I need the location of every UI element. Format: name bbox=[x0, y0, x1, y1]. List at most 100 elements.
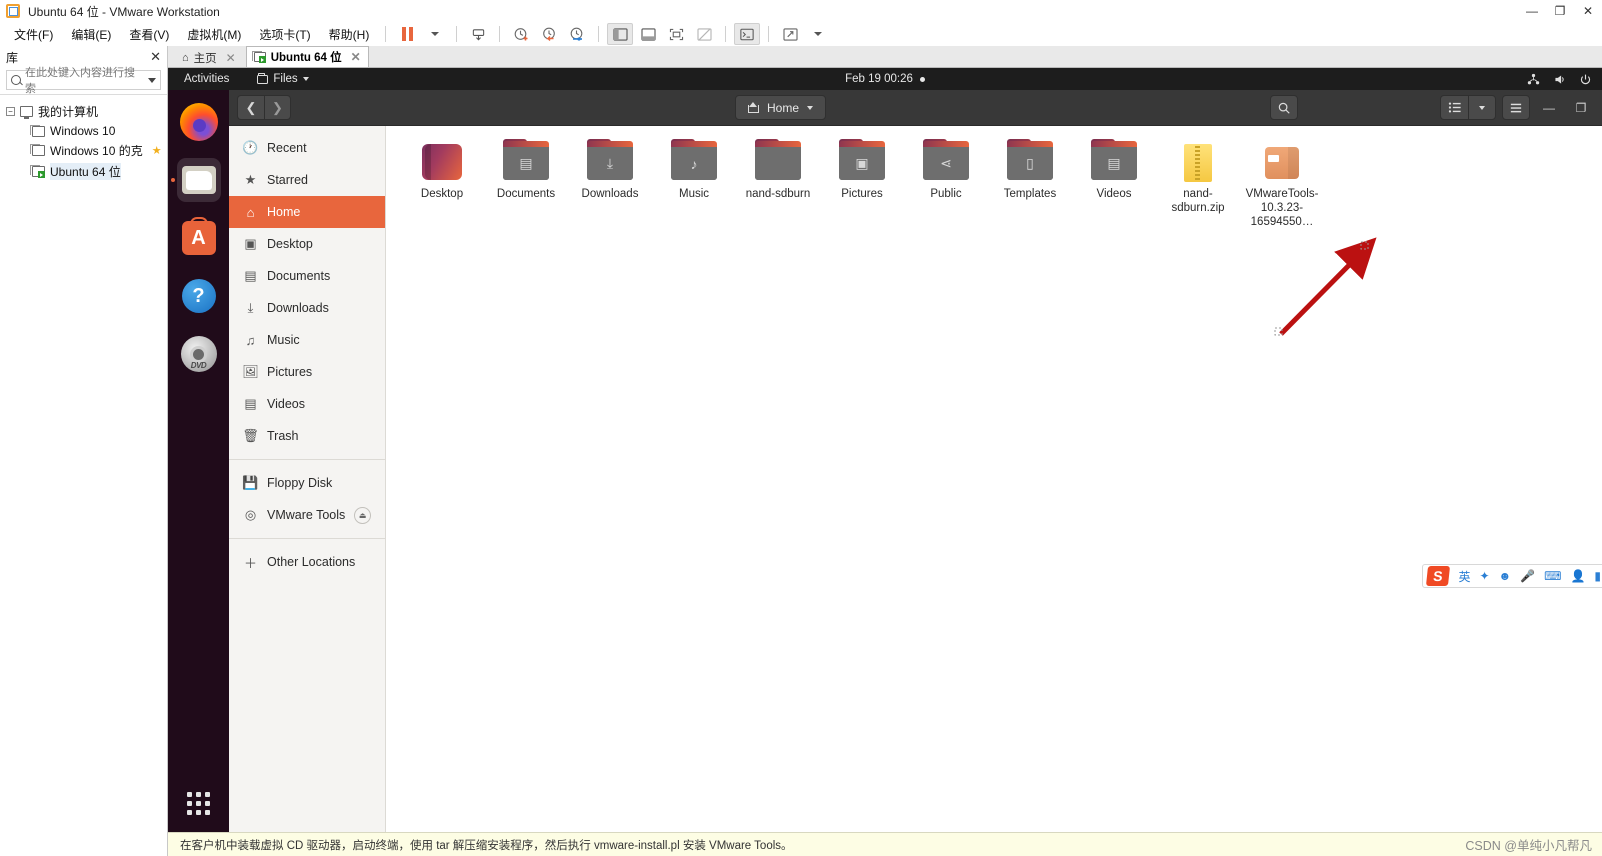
unity-mode-button[interactable] bbox=[691, 23, 717, 45]
file-item-nand-sdburn-zip[interactable]: nand-sdburn.zip bbox=[1156, 140, 1240, 233]
back-button[interactable]: ❮ bbox=[237, 95, 264, 120]
fullscreen-button[interactable] bbox=[663, 23, 689, 45]
activities-button[interactable]: Activities bbox=[178, 73, 235, 85]
ime-emoji-icon[interactable]: ☻ bbox=[1499, 569, 1512, 583]
window-maximize-button[interactable]: ❐ bbox=[1546, 0, 1574, 22]
menu-vm[interactable]: 虚拟机(M) bbox=[179, 23, 249, 46]
tree-node-windows-10-clone[interactable]: Windows 10 的克 ★ bbox=[0, 140, 167, 161]
show-applications-button[interactable] bbox=[186, 792, 211, 816]
tree-node-ubuntu-64[interactable]: Ubuntu 64 位 bbox=[0, 161, 167, 182]
ime-voice-icon[interactable]: 🎤 bbox=[1520, 569, 1535, 583]
stretch-button[interactable] bbox=[777, 23, 803, 45]
sogou-logo-icon: S bbox=[1426, 566, 1451, 586]
window-close-button[interactable]: ✕ bbox=[1574, 0, 1602, 22]
files-view[interactable]: Desktop ▤ Documents ⤓ Downloads ♪ Music … bbox=[386, 126, 1602, 832]
sidebar-item-starred[interactable]: ★ Starred bbox=[229, 164, 385, 196]
tab-ubuntu-64[interactable]: Ubuntu 64 位 ✕ bbox=[245, 46, 369, 67]
menu-file[interactable]: 文件(F) bbox=[6, 23, 61, 46]
file-item-desktop[interactable]: Desktop bbox=[400, 140, 484, 233]
sidebar-item-other-locations[interactable]: ＋ Other Locations bbox=[229, 546, 385, 578]
file-item-music[interactable]: ♪ Music bbox=[652, 139, 736, 233]
sidebar-divider bbox=[229, 459, 385, 460]
library-pane: 库 ✕ 在此处键入内容进行搜索 − 我的计算机 Windows 10 Windo… bbox=[0, 46, 168, 856]
snapshot-revert-button[interactable] bbox=[536, 23, 562, 45]
tab-close-icon[interactable]: ✕ bbox=[226, 51, 236, 65]
sidebar-item-videos[interactable]: ▤ Videos bbox=[229, 388, 385, 420]
sidebar-item-label: Downloads bbox=[267, 301, 329, 315]
sogou-ime-bar[interactable]: S 英 ✦ ☻ 🎤 ⌨ 👤 ▮ bbox=[1422, 564, 1602, 588]
tab-home[interactable]: ⌂ 主页 ✕ bbox=[174, 47, 244, 67]
expander-icon[interactable]: − bbox=[6, 107, 15, 116]
ime-account-icon[interactable]: 👤 bbox=[1570, 569, 1585, 583]
search-button[interactable] bbox=[1270, 95, 1298, 120]
chevron-down-icon-library[interactable] bbox=[148, 77, 156, 83]
sidebar-item-desktop[interactable]: ▣ Desktop bbox=[229, 228, 385, 260]
eject-icon[interactable]: ⏏ bbox=[354, 506, 371, 524]
file-item-vmware-tools-archive[interactable]: VMwareTools-10.3.23-16594550… bbox=[1240, 140, 1324, 233]
sidebar-item-recent[interactable]: 🕐 Recent bbox=[229, 132, 385, 164]
home-icon: ⌂ bbox=[182, 51, 189, 64]
tree-node-my-computer[interactable]: − 我的计算机 bbox=[0, 101, 167, 122]
gnome-status-menu[interactable] bbox=[1527, 73, 1592, 86]
chevron-down-icon-path[interactable] bbox=[807, 105, 813, 110]
show-thumbnail-bar-button[interactable] bbox=[635, 23, 661, 45]
power-options-button[interactable] bbox=[465, 23, 491, 45]
dock-item-files[interactable] bbox=[176, 158, 221, 202]
hamburger-menu-button[interactable] bbox=[1502, 95, 1530, 120]
sidebar-item-home[interactable]: ⌂ Home bbox=[229, 196, 385, 228]
sidebar-item-trash[interactable]: 🗑 Trash bbox=[229, 420, 385, 452]
file-item-pictures[interactable]: ▣ Pictures bbox=[820, 139, 904, 233]
console-button[interactable] bbox=[734, 23, 761, 45]
sidebar-item-documents[interactable]: ▤ Documents bbox=[229, 260, 385, 292]
dock-item-help[interactable]: ? bbox=[177, 274, 221, 318]
dock-item-dvd[interactable]: DVD bbox=[177, 332, 221, 376]
menu-help[interactable]: 帮助(H) bbox=[321, 23, 378, 46]
computer-icon bbox=[20, 106, 33, 119]
file-item-videos[interactable]: ▤ Videos bbox=[1072, 139, 1156, 233]
dock-item-software[interactable]: A bbox=[177, 216, 221, 260]
suspend-dropdown[interactable] bbox=[422, 23, 448, 45]
ime-mode-label[interactable]: 英 bbox=[1458, 568, 1470, 585]
menu-view[interactable]: 查看(V) bbox=[121, 23, 177, 46]
app-menu-files[interactable]: Files bbox=[257, 72, 309, 85]
suspend-button[interactable] bbox=[394, 23, 420, 45]
view-options-dropdown[interactable] bbox=[1468, 95, 1496, 120]
music-glyph: ♪ bbox=[671, 147, 717, 180]
file-item-templates[interactable]: ▯ Templates bbox=[988, 139, 1072, 233]
snapshot-manager-button[interactable] bbox=[564, 23, 590, 45]
file-item-nand-sdburn[interactable]: nand-sdburn bbox=[736, 139, 820, 233]
tab-close-icon[interactable]: ✕ bbox=[351, 50, 361, 64]
vm-icon bbox=[251, 51, 266, 63]
sidebar-item-vmware-tools[interactable]: ◎ VMware Tools ⏏ bbox=[229, 499, 385, 531]
sidebar-item-pictures[interactable]: 🖼 Pictures bbox=[229, 356, 385, 388]
path-button-home[interactable]: Home bbox=[734, 95, 826, 120]
nautilus-minimize-button[interactable]: — bbox=[1536, 95, 1562, 120]
ime-menu-icon[interactable]: ▮ bbox=[1594, 569, 1601, 583]
stretch-dropdown[interactable] bbox=[805, 23, 831, 45]
gnome-clock[interactable]: Feb 19 00:26 bbox=[168, 73, 1602, 85]
sidebar-item-music[interactable]: ♫ Music bbox=[229, 324, 385, 356]
menu-edit[interactable]: 编辑(E) bbox=[63, 23, 119, 46]
forward-button[interactable]: ❯ bbox=[264, 95, 291, 120]
library-close-button[interactable]: ✕ bbox=[150, 49, 161, 65]
dock-item-firefox[interactable] bbox=[177, 100, 221, 144]
app-menu-label: Files bbox=[273, 73, 298, 85]
ime-punctuation-icon[interactable]: ✦ bbox=[1479, 569, 1489, 583]
library-search-box[interactable]: 在此处键入内容进行搜索 bbox=[6, 67, 161, 95]
sidebar-item-floppy-disk[interactable]: 💾 Floppy Disk bbox=[229, 467, 385, 499]
show-library-button[interactable] bbox=[607, 23, 634, 45]
tree-node-windows-10[interactable]: Windows 10 bbox=[0, 122, 167, 140]
file-item-documents[interactable]: ▤ Documents bbox=[484, 139, 568, 233]
sidebar-item-downloads[interactable]: ⤓ Downloads bbox=[229, 292, 385, 324]
tree-label: 我的计算机 bbox=[38, 105, 99, 119]
snapshot-take-button[interactable] bbox=[508, 23, 534, 45]
file-item-downloads[interactable]: ⤓ Downloads bbox=[568, 139, 652, 233]
nautilus-maximize-button[interactable]: ❐ bbox=[1568, 95, 1594, 120]
picture-icon: 🖼 bbox=[242, 364, 259, 379]
list-view-icon[interactable] bbox=[1440, 95, 1468, 120]
file-item-public[interactable]: ⋖ Public bbox=[904, 139, 988, 233]
window-minimize-button[interactable]: — bbox=[1518, 0, 1546, 22]
menu-tabs[interactable]: 选项卡(T) bbox=[251, 23, 318, 46]
library-title: 库 bbox=[6, 50, 19, 65]
ime-keyboard-icon[interactable]: ⌨ bbox=[1544, 569, 1561, 583]
